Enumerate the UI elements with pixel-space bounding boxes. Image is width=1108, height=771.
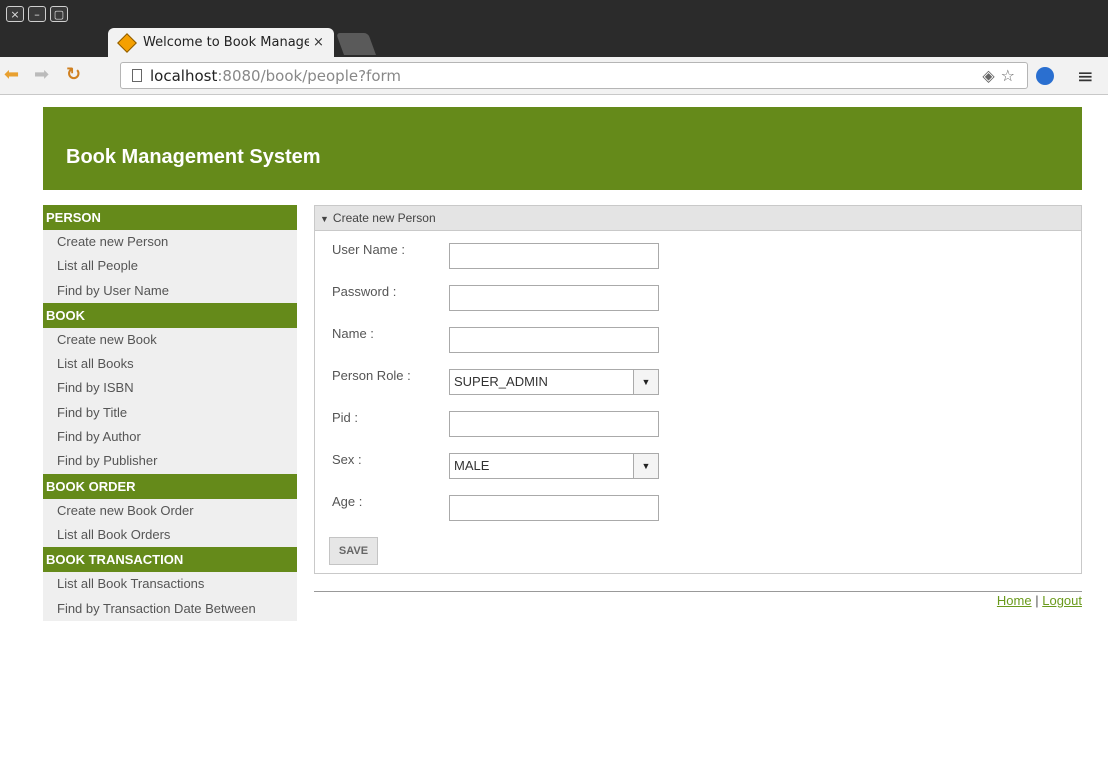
sidebar-item-create-person[interactable]: Create new Person [43,230,297,255]
dropdown-arrow-icon[interactable]: ▼ [633,370,658,394]
back-arrow-icon[interactable]: ⬅ [4,66,19,84]
username-input[interactable] [449,243,659,269]
sidebar-item-find-title[interactable]: Find by Title [43,400,297,426]
panel-title: Create new Person [332,211,436,225]
age-input[interactable] [449,495,659,521]
sex-label: Sex : [332,452,362,467]
pid-input[interactable] [449,411,659,437]
app-title: Book Management System [66,146,321,168]
new-tab-button[interactable] [335,33,377,55]
favicon-icon [117,32,137,53]
pid-label: Pid : [332,410,359,425]
footer-separator: | [1035,593,1039,608]
person-role-select[interactable]: SUPER_ADMIN ▼ [449,369,659,395]
page-icon [132,69,142,82]
panel-header[interactable]: ▼ Create new Person [315,206,1081,231]
url-text: localhost:8080/book/people?form [150,66,402,85]
extension-icon[interactable]: ◈ [982,66,994,85]
sidebar-item-find-author[interactable]: Find by Author [43,425,297,450]
sidebar-item-find-isbn[interactable]: Find by ISBN [43,376,297,401]
person-role-value: SUPER_ADMIN [454,374,548,389]
address-bar[interactable]: localhost:8080/book/people?form ◈ ☆ [120,62,1028,89]
sidebar-section-book-order: BOOK ORDER [43,473,297,499]
sidebar-item-list-orders[interactable]: List all Book Orders [43,522,297,548]
sex-select[interactable]: MALE ▼ [449,453,659,479]
name-input[interactable] [449,327,659,353]
page-content: Book Management System PERSON Create new… [0,95,1108,771]
globe-icon[interactable] [1036,67,1054,85]
logout-link[interactable]: Logout [1042,593,1082,608]
sex-value: MALE [454,458,490,473]
age-label: Age : [332,494,363,509]
username-label: User Name : [332,242,405,257]
sidebar-section-person: PERSON [43,205,297,230]
sidebar-item-list-people[interactable]: List all People [43,254,297,279]
sidebar-item-list-books[interactable]: List all Books [43,352,297,377]
name-label: Name : [332,326,374,341]
minimize-window-icon[interactable]: – [28,6,46,22]
footer-links: Home | Logout [960,593,1082,608]
create-person-panel: ▼ Create new Person User Name : Password … [314,205,1082,574]
sidebar-section-book-transaction: BOOK TRANSACTION [43,547,297,573]
save-button[interactable]: SAVE [329,537,378,565]
app-header: Book Management System [43,107,1082,190]
sidebar: PERSON Create new Person List all People… [43,205,297,621]
reload-icon[interactable]: ↻ [66,66,81,84]
footer-divider [314,591,1082,592]
dropdown-arrow-icon[interactable]: ▼ [633,454,658,478]
browser-menu-icon[interactable]: ≡ [1077,64,1094,88]
password-input[interactable] [449,285,659,311]
browser-tab[interactable]: Welcome to Book Management System × [108,28,334,57]
home-link[interactable]: Home [997,593,1032,608]
sidebar-section-book: BOOK [43,302,297,328]
close-window-icon[interactable]: × [6,6,24,22]
tab-close-icon[interactable]: × [313,35,324,50]
sidebar-item-create-book[interactable]: Create new Book [43,327,297,353]
password-label: Password : [332,284,397,299]
bookmark-star-icon[interactable]: ☆ [1001,66,1015,85]
collapse-triangle-icon: ▼ [320,214,329,224]
tab-title: Welcome to Book Management System [143,35,309,50]
person-role-label: Person Role : [332,368,411,383]
browser-titlebar: × – ▢ Welcome to Book Management System … [0,0,1108,57]
sidebar-item-find-transaction-date[interactable]: Find by Transaction Date Between [43,596,297,621]
sidebar-item-list-transactions[interactable]: List all Book Transactions [43,572,297,597]
sidebar-item-find-username[interactable]: Find by User Name [43,278,297,303]
sidebar-item-find-publisher[interactable]: Find by Publisher [43,449,297,474]
sidebar-item-create-order[interactable]: Create new Book Order [43,498,297,523]
maximize-window-icon[interactable]: ▢ [50,6,68,22]
forward-arrow-icon[interactable]: ➡ [34,66,49,84]
window-controls: × – ▢ [6,6,68,22]
